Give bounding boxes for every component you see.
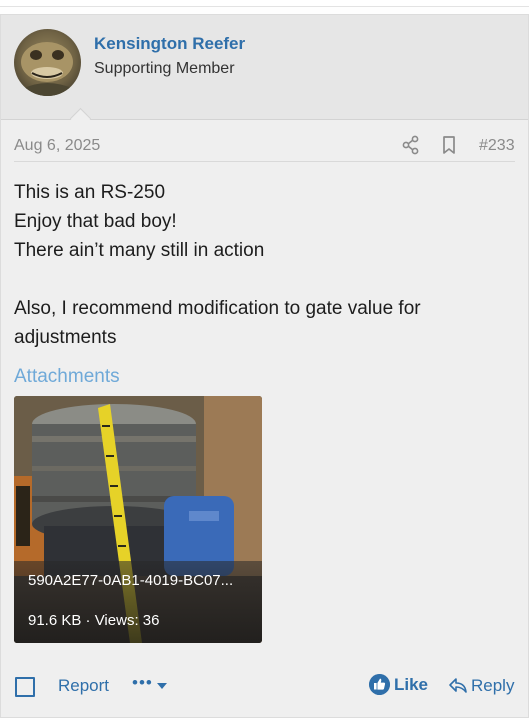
caret-down-icon[interactable] (157, 683, 167, 689)
top-divider (0, 0, 529, 7)
post-body-line: There ain’t many still in action (14, 240, 265, 261)
post-number[interactable]: #233 (479, 137, 515, 155)
attachment-meta: 91.6 KB · Views: 36 (28, 612, 160, 629)
post-body-line: This is an RS-250 (14, 182, 166, 203)
author-name[interactable]: Kensington Reefer (94, 34, 245, 54)
post-date[interactable]: Aug 6, 2025 (14, 137, 100, 155)
bookmark-icon[interactable] (441, 135, 457, 155)
share-icon[interactable] (402, 135, 420, 155)
post-actions: Report ••• Like Reply (1, 669, 528, 703)
header-pointer (69, 107, 92, 130)
avatar[interactable] (14, 29, 81, 96)
avatar-image (21, 42, 74, 96)
more-options-button[interactable]: ••• (132, 673, 153, 693)
post-body-blank-line (14, 265, 514, 294)
post-body-line: Also, I recommend modification to gate v… (14, 298, 421, 348)
attachment-thumbnail[interactable]: 590A2E77-0AB1-4019-BC07... 91.6 KB · Vie… (14, 396, 262, 643)
post-body: This is an RS-250 Enjoy that bad boy! Th… (14, 178, 514, 352)
attachment-filename[interactable]: 590A2E77-0AB1-4019-BC07... (28, 572, 233, 589)
author-title: Supporting Member (94, 60, 235, 77)
select-checkbox-icon[interactable] (15, 677, 35, 697)
post-user-header: Kensington Reefer Supporting Member (1, 15, 528, 130)
reply-arrow-icon[interactable] (448, 675, 468, 695)
forum-post: Kensington Reefer Supporting Member Aug … (0, 14, 529, 718)
like-button[interactable]: Like (394, 675, 428, 695)
thumbs-up-icon[interactable] (369, 674, 390, 695)
post-meta: Aug 6, 2025 #233 (14, 135, 515, 162)
reply-button[interactable]: Reply (471, 676, 514, 696)
attachments-title: Attachments (14, 366, 120, 387)
post-body-line: Enjoy that bad boy! (14, 211, 177, 232)
report-button[interactable]: Report (58, 676, 109, 696)
